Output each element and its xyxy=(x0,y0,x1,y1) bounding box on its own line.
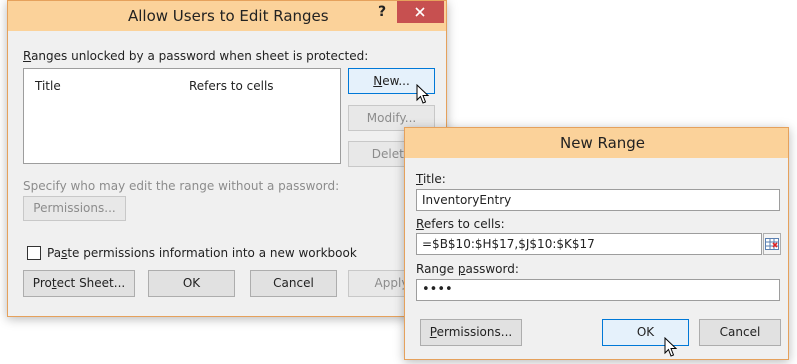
dialog-title: Allow Users to Edit Ranges xyxy=(128,7,329,25)
dialog-titlebar: Allow Users to Edit Ranges ? xyxy=(8,1,446,31)
range-password-input[interactable]: •••• xyxy=(416,279,780,301)
cancel-button[interactable]: Cancel xyxy=(250,270,337,297)
ranges-list[interactable]: Title Refers to cells xyxy=(23,68,341,164)
new-range-titlebar: New Range xyxy=(405,128,788,158)
protect-sheet-button[interactable]: Protect Sheet... xyxy=(23,270,135,297)
permissions-button[interactable]: Permissions... xyxy=(23,196,126,221)
close-icon xyxy=(415,7,425,17)
new-range-title: New Range xyxy=(560,134,646,152)
specify-label: Specify who may edit the range without a… xyxy=(23,179,340,193)
range-picker-button[interactable] xyxy=(763,233,781,255)
range-password-label: Range password: xyxy=(416,262,519,276)
paste-permissions-checkbox[interactable] xyxy=(27,246,41,260)
permissions-button[interactable]: Permissions... xyxy=(420,319,522,346)
range-picker-icon xyxy=(765,238,779,250)
refers-to-cells-input[interactable]: =$B$10:$H$17,$J$10:$K$17 xyxy=(416,233,762,255)
new-range-dialog: New Range Title: InventoryEntry Refers t… xyxy=(404,127,789,360)
column-header-refers-to-cells[interactable]: Refers to cells xyxy=(189,79,274,93)
refers-to-cells-label: Refers to cells: xyxy=(416,217,505,231)
ok-button[interactable]: OK xyxy=(602,319,689,346)
cancel-button[interactable]: Cancel xyxy=(699,319,781,346)
ranges-label: Ranges unlocked by a password when sheet… xyxy=(23,49,369,63)
ok-button[interactable]: OK xyxy=(148,270,235,297)
title-label: Title: xyxy=(416,172,446,186)
title-input[interactable]: InventoryEntry xyxy=(416,189,780,211)
paste-permissions-label[interactable]: Paste permissions information into a new… xyxy=(47,246,357,260)
allow-users-edit-ranges-dialog: Allow Users to Edit Ranges ? Ranges unlo… xyxy=(7,0,447,317)
column-header-title[interactable]: Title xyxy=(35,79,61,93)
help-button[interactable]: ? xyxy=(367,1,397,25)
new-button[interactable]: New... xyxy=(348,68,435,94)
close-button[interactable] xyxy=(397,1,444,23)
